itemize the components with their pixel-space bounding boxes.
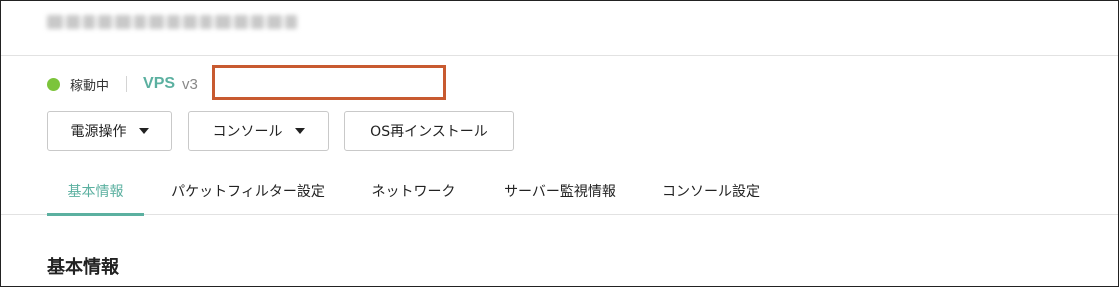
tab-basic-info[interactable]: 基本情報 xyxy=(47,167,144,216)
power-operation-label: 電源操作 xyxy=(70,124,127,140)
tab-label: パケットフィルター設定 xyxy=(171,184,325,200)
console-label: コンソール xyxy=(212,124,283,140)
tab-label: サーバー監視情報 xyxy=(504,184,616,200)
os-reinstall-label: OS再インストール xyxy=(370,124,488,140)
product-version: v3 xyxy=(182,75,198,93)
caret-down-icon xyxy=(138,128,149,134)
product-name: VPS xyxy=(143,75,176,92)
caret-down-icon xyxy=(294,128,305,134)
os-reinstall-button[interactable]: OS再インストール xyxy=(344,111,514,151)
tab-bar: 基本情報 パケットフィルター設定 ネットワーク サーバー監視情報 コンソール設定 xyxy=(1,167,1118,216)
tab-label: ネットワーク xyxy=(371,184,456,200)
page-header xyxy=(1,1,1118,56)
tab-label: コンソール設定 xyxy=(662,184,760,200)
redacted-server-name xyxy=(212,65,446,100)
tab-console-settings[interactable]: コンソール設定 xyxy=(646,167,776,215)
power-operation-button[interactable]: 電源操作 xyxy=(47,111,172,151)
blurred-page-title xyxy=(47,11,297,33)
server-detail-window: 稼動中 VPS v3 電源操作 コンソール OS再インストール 基本情報 パケッ… xyxy=(0,0,1119,287)
section-title: 基本情報 xyxy=(47,257,119,278)
status-running-icon xyxy=(47,77,60,91)
tab-label: 基本情報 xyxy=(67,184,124,200)
status-label: 稼動中 xyxy=(70,78,110,94)
tab-packet-filter[interactable]: パケットフィルター設定 xyxy=(159,167,337,215)
console-button[interactable]: コンソール xyxy=(188,111,329,151)
status-divider xyxy=(126,76,128,92)
tab-network[interactable]: ネットワーク xyxy=(356,167,471,215)
server-status-row: 稼動中 VPS v3 xyxy=(47,71,198,97)
tab-server-monitoring[interactable]: サーバー監視情報 xyxy=(489,167,631,215)
